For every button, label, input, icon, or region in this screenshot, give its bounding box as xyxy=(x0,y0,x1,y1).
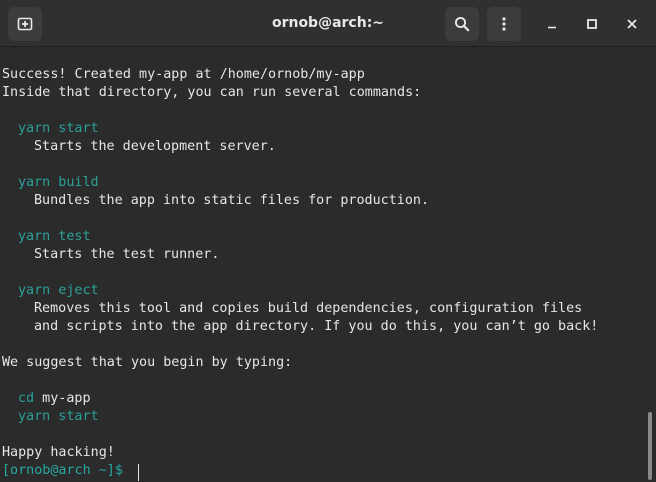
output-line: Bundles the app into static files for pr… xyxy=(34,193,430,208)
close-icon xyxy=(626,15,638,34)
minimize-button[interactable] xyxy=(540,12,564,36)
command-line: yarn test xyxy=(18,229,91,244)
kebab-menu-icon xyxy=(496,16,512,32)
output-line: Success! Created my-app at /home/ornob/m… xyxy=(2,67,365,82)
maximize-icon xyxy=(586,15,598,34)
text-cursor xyxy=(138,464,139,481)
output-line: Happy hacking! xyxy=(2,445,115,460)
output-line: Removes this tool and copies build depen… xyxy=(34,301,583,316)
command-line: yarn start xyxy=(18,409,99,424)
minimize-icon xyxy=(546,15,558,34)
output-line: and scripts into the app directory. If y… xyxy=(34,319,599,334)
output-line: Starts the test runner. xyxy=(34,247,220,262)
shell-prompt: [ornob@arch ~]$ xyxy=(2,463,123,478)
close-button[interactable] xyxy=(620,12,644,36)
new-tab-button[interactable] xyxy=(8,7,42,41)
scrollbar-thumb[interactable] xyxy=(648,412,652,480)
maximize-button[interactable] xyxy=(580,12,604,36)
command-line: yarn build xyxy=(18,175,99,190)
title-bar: ornob@arch:~ xyxy=(0,0,656,47)
command-argument: my-app xyxy=(34,391,91,406)
output-line: Inside that directory, you can run sever… xyxy=(2,85,422,100)
search-icon xyxy=(454,16,470,32)
output-line: Starts the development server. xyxy=(34,139,276,154)
output-line: We suggest that you begin by typing: xyxy=(2,355,293,370)
terminal-window: ornob@arch:~ Success! Created my-app at … xyxy=(0,0,656,482)
command-keyword: cd xyxy=(18,391,35,406)
terminal-output[interactable]: Success! Created my-app at /home/ornob/m… xyxy=(0,48,644,482)
new-tab-icon xyxy=(17,16,33,32)
command-line: yarn eject xyxy=(18,283,99,298)
command-line: yarn start xyxy=(18,121,99,136)
command-line: cd my-app xyxy=(18,390,91,408)
scrollbar[interactable] xyxy=(644,48,656,482)
search-button[interactable] xyxy=(445,7,479,41)
menu-button[interactable] xyxy=(487,7,521,41)
